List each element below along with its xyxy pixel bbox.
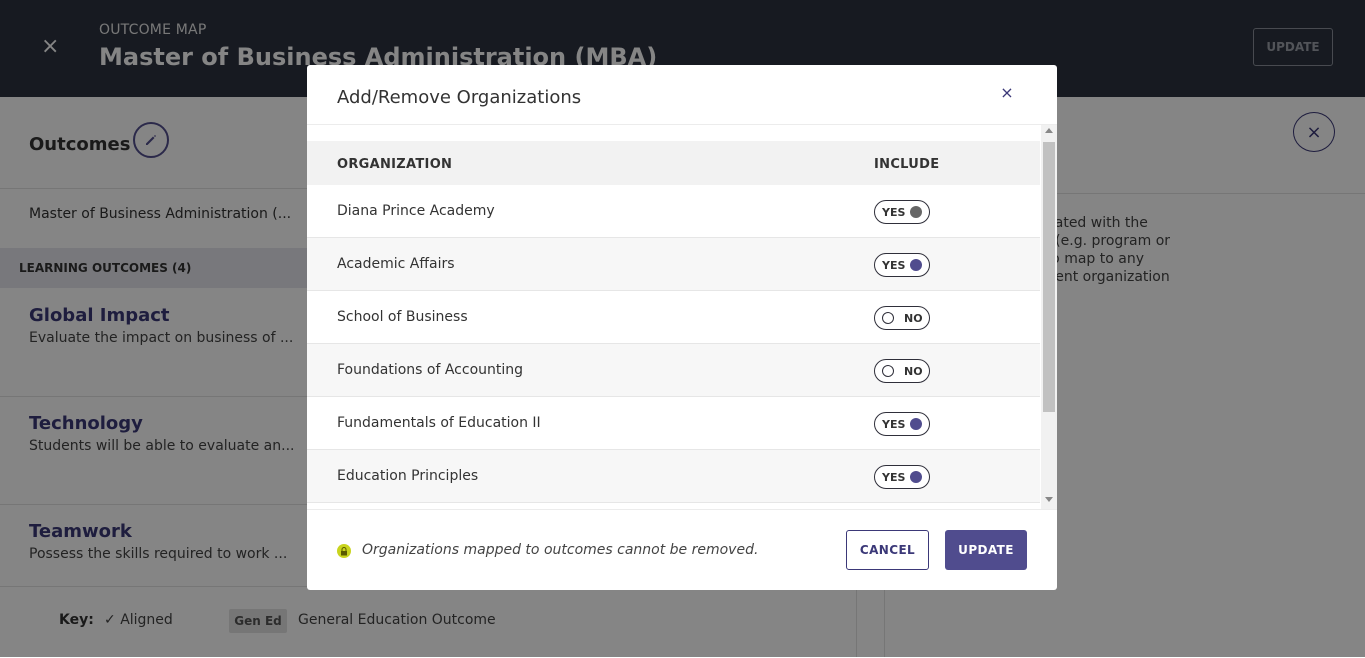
removal-note: Organizations mapped to outcomes cannot … [362, 542, 759, 558]
organization-name: Education Principles [337, 468, 479, 484]
table-row: Diana Prince Academy YES [307, 185, 1040, 238]
add-remove-organizations-modal: Add/Remove Organizations × ORGANIZATION … [307, 65, 1057, 590]
update-button[interactable]: UPDATE [945, 530, 1027, 570]
include-toggle[interactable]: YES [874, 412, 930, 436]
toggle-knob [882, 365, 894, 377]
include-toggle[interactable]: NO [874, 359, 930, 383]
column-header-organization: ORGANIZATION [337, 157, 453, 172]
table-row: Education Principles YES [307, 450, 1040, 503]
table-row: Foundations of Accounting NO [307, 344, 1040, 397]
toggle-label: YES [882, 471, 906, 484]
organization-name: Diana Prince Academy [337, 203, 495, 219]
include-toggle[interactable]: YES [874, 253, 930, 277]
scroll-up-icon[interactable] [1045, 128, 1053, 133]
organization-name: Academic Affairs [337, 256, 455, 272]
include-toggle[interactable]: NO [874, 306, 930, 330]
include-toggle[interactable]: YES [874, 200, 930, 224]
modal-footer-divider [307, 509, 1057, 510]
modal-header-divider [307, 124, 1057, 125]
toggle-knob [910, 471, 922, 483]
table-row: School of Business NO [307, 291, 1040, 344]
toggle-knob [910, 418, 922, 430]
lock-icon [337, 544, 351, 558]
toggle-label: YES [882, 418, 906, 431]
toggle-knob [910, 259, 922, 271]
table-header: ORGANIZATION INCLUDE [307, 141, 1040, 185]
toggle-label: NO [904, 312, 923, 325]
organization-name: School of Business [337, 309, 468, 325]
organizations-table: ORGANIZATION INCLUDE Diana Prince Academ… [307, 141, 1040, 509]
organization-name: Fundamentals of Education II [337, 415, 541, 431]
toggle-knob [910, 206, 922, 218]
column-header-include: INCLUDE [874, 157, 940, 172]
scroll-thumb[interactable] [1043, 142, 1055, 412]
include-toggle[interactable]: YES [874, 465, 930, 489]
table-row: Academic Affairs YES [307, 238, 1040, 291]
toggle-label: YES [882, 206, 906, 219]
cancel-button[interactable]: CANCEL [846, 530, 929, 570]
table-row: Fundamentals of Education II YES [307, 397, 1040, 450]
modal-close-icon[interactable]: × [999, 85, 1015, 101]
table-scrollbar[interactable] [1041, 125, 1057, 510]
toggle-label: YES [882, 259, 906, 272]
modal-title: Add/Remove Organizations [337, 87, 582, 108]
scroll-down-icon[interactable] [1045, 497, 1053, 502]
toggle-label: NO [904, 365, 923, 378]
toggle-knob [882, 312, 894, 324]
organization-name: Foundations of Accounting [337, 362, 524, 378]
